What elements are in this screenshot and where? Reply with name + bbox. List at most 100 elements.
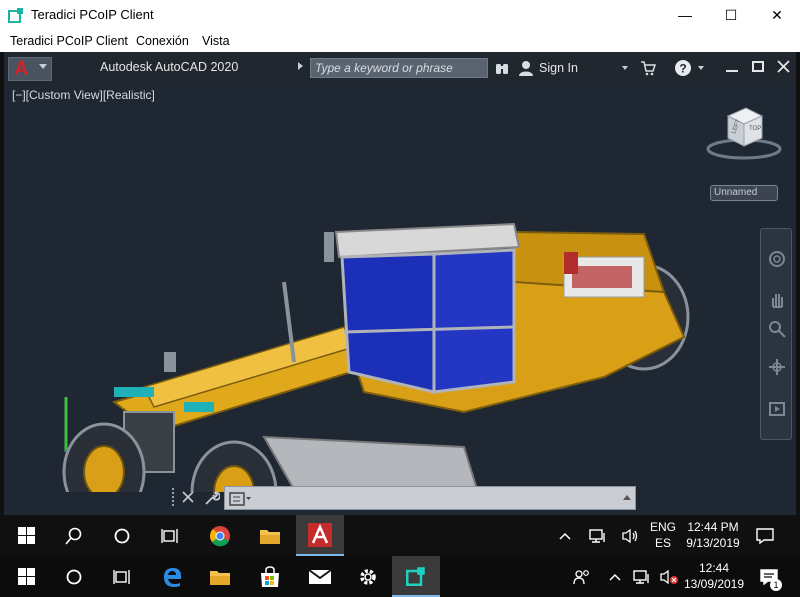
blade xyxy=(262,435,479,492)
autocad-title: Autodesk AutoCAD 2020 xyxy=(100,60,239,74)
network-icon xyxy=(589,528,605,543)
local-file-explorer-button[interactable] xyxy=(196,556,244,597)
zoom-icon[interactable] xyxy=(767,319,787,339)
local-taskbar: 12:44 13/09/2019 1 xyxy=(0,556,800,597)
language-indicator[interactable]: ENG ES xyxy=(645,519,681,551)
language-code: ENG xyxy=(649,520,676,534)
acad-maximize-button[interactable] xyxy=(752,61,764,72)
windows-logo-icon xyxy=(17,527,35,544)
notification-icon xyxy=(756,527,774,544)
notification-count-badge: 1 xyxy=(770,579,782,591)
chrome-icon xyxy=(210,525,230,546)
minimize-button[interactable]: — xyxy=(662,0,708,30)
teradici-app-icon xyxy=(8,8,23,23)
local-task-view-button[interactable] xyxy=(98,556,146,597)
autocad-taskbar-button[interactable] xyxy=(296,515,344,556)
sign-in-button[interactable]: Sign In xyxy=(539,61,578,75)
showmotion-icon[interactable] xyxy=(767,399,787,419)
menu-teradici[interactable]: Teradici PCoIP Client xyxy=(10,34,128,48)
pan-hand-icon[interactable] xyxy=(767,289,787,309)
command-line-tools xyxy=(172,488,222,508)
menu-conexion[interactable]: Conexión xyxy=(136,34,189,48)
close-icon[interactable] xyxy=(182,491,194,503)
cortana-icon xyxy=(66,569,82,584)
ucs-label: Unnamed xyxy=(714,187,758,198)
menu-vista[interactable]: Vista xyxy=(202,34,230,48)
file-explorer-taskbar-button[interactable] xyxy=(246,515,294,556)
local-clock[interactable]: 12:44 13/09/2019 xyxy=(682,560,746,592)
help-chevron-down-icon[interactable] xyxy=(698,66,704,70)
teradici-taskbar-button[interactable] xyxy=(392,556,440,597)
store-taskbar-button[interactable] xyxy=(246,556,294,597)
settings-taskbar-button[interactable] xyxy=(344,556,392,597)
mail-icon xyxy=(308,568,332,584)
store-icon xyxy=(261,565,279,587)
orbit-icon[interactable] xyxy=(767,357,787,377)
local-action-center-button[interactable]: 1 xyxy=(754,556,784,597)
wrench-icon[interactable] xyxy=(204,490,220,506)
network-button[interactable] xyxy=(586,515,610,556)
folder-icon xyxy=(260,529,280,544)
chevron-up-icon xyxy=(609,573,621,581)
task-view-button[interactable] xyxy=(146,515,194,556)
remote-time: 12:44 PM xyxy=(687,520,739,534)
people-button[interactable] xyxy=(570,556,594,597)
keyboard-layout: ES xyxy=(654,536,671,550)
svg-text:?: ? xyxy=(679,62,686,76)
close-button[interactable]: ✕ xyxy=(754,0,800,30)
autocad-icon xyxy=(308,522,332,547)
grip-handle[interactable] xyxy=(172,488,178,506)
chrome-taskbar-button[interactable] xyxy=(196,515,244,556)
acad-minimize-button[interactable] xyxy=(726,70,738,72)
volume-button[interactable] xyxy=(618,515,642,556)
edge-icon xyxy=(164,567,181,587)
action-center-button[interactable] xyxy=(752,515,778,556)
help-icon[interactable]: ? xyxy=(674,59,692,77)
search-input[interactable]: Type a keyword or phrase xyxy=(310,58,488,78)
command-line xyxy=(172,486,636,510)
task-view-icon xyxy=(113,569,130,584)
local-start-button[interactable] xyxy=(2,556,50,597)
local-cortana-button[interactable] xyxy=(50,556,98,597)
viewport-controls-label[interactable]: [−][Custom View][Realistic] xyxy=(12,88,155,102)
maximize-button[interactable]: ☐ xyxy=(708,0,754,30)
motor-grader-model xyxy=(62,222,690,492)
window-titlebar: Teradici PCoIP Client — ☐ ✕ xyxy=(0,0,800,30)
local-date: 13/09/2019 xyxy=(683,577,745,591)
cortana-button[interactable] xyxy=(98,515,146,556)
viewcube-top-label: TOP xyxy=(749,126,761,132)
command-input[interactable] xyxy=(224,486,636,510)
remote-clock[interactable]: 12:44 PM 9/13/2019 xyxy=(680,519,746,551)
steering-wheel-icon[interactable] xyxy=(767,249,787,269)
command-history-icon[interactable] xyxy=(623,495,631,500)
window-title: Teradici PCoIP Client xyxy=(31,7,154,22)
show-hidden-icons-button[interactable] xyxy=(554,515,576,556)
cab-window-right xyxy=(432,248,516,394)
acad-close-button[interactable] xyxy=(777,60,790,73)
local-volume-button[interactable] xyxy=(656,556,682,597)
start-button[interactable] xyxy=(2,515,50,556)
edge-taskbar-button[interactable] xyxy=(148,556,196,597)
mail-taskbar-button[interactable] xyxy=(296,556,344,597)
autocad-titlebar: A Autodesk AutoCAD 2020 Type a keyword o… xyxy=(4,52,796,84)
volume-muted-icon xyxy=(660,569,678,584)
ucs-dropdown[interactable]: Unnamed xyxy=(710,185,778,201)
local-network-button[interactable] xyxy=(630,556,654,597)
task-view-icon xyxy=(161,528,178,543)
search-button[interactable] xyxy=(50,515,98,556)
cab-window-left xyxy=(340,252,436,394)
autocad-window: A Autodesk AutoCAD 2020 Type a keyword o… xyxy=(0,52,800,515)
front-wheel-2 xyxy=(190,440,278,492)
viewcube[interactable]: LEFT TOP xyxy=(704,102,784,162)
local-show-hidden-icons-button[interactable] xyxy=(604,556,626,597)
binoculars-icon[interactable] xyxy=(494,60,510,76)
remote-taskbar: ENG ES 12:44 PM 9/13/2019 xyxy=(0,515,800,556)
people-icon xyxy=(573,569,589,584)
chevron-down-icon xyxy=(39,64,47,69)
cart-icon[interactable] xyxy=(640,60,656,76)
command-prompt-icon[interactable] xyxy=(229,492,251,506)
signin-chevron-down-icon[interactable] xyxy=(622,66,628,70)
search-expand-icon[interactable] xyxy=(298,62,303,70)
autocad-app-menu-button[interactable]: A xyxy=(8,57,52,81)
windows-logo-icon xyxy=(17,568,35,585)
